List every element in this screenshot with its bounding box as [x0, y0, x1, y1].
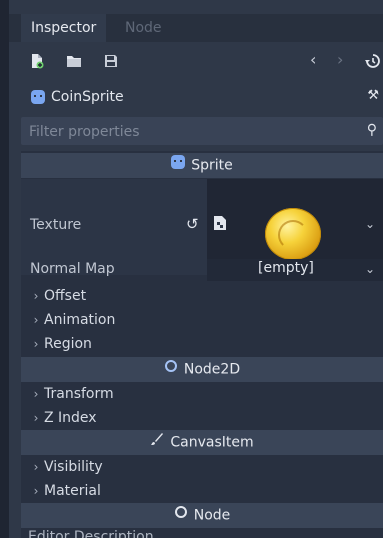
- group-animation[interactable]: › Animation: [21, 308, 383, 332]
- section-title-node: Node: [193, 507, 231, 524]
- section-title-sprite: Sprite: [191, 157, 233, 174]
- inspector-toolbar: ‹ ›: [21, 46, 383, 78]
- tab-inspector[interactable]: Inspector: [21, 14, 107, 42]
- history-icon[interactable]: [365, 53, 381, 69]
- chevron-left-icon[interactable]: ‹: [310, 50, 316, 69]
- dock-tabbar: Inspector Node: [9, 14, 383, 42]
- group-z-index[interactable]: › Z Index: [21, 406, 383, 430]
- section-title-canvasitem: CanvasItem: [170, 434, 254, 451]
- group-label: Z Index: [44, 410, 97, 426]
- save-icon[interactable]: [103, 53, 119, 69]
- edited-object-row[interactable]: CoinSprite ⚒: [21, 86, 383, 110]
- coin-texture-preview: [265, 208, 321, 260]
- group-label: Offset: [44, 288, 87, 304]
- section-title-node2d: Node2D: [183, 361, 241, 378]
- group-visibility[interactable]: › Visibility: [21, 455, 383, 479]
- property-list: Sprite Texture ↺ ⌄ Normal Map [empty] ⌄ …: [21, 151, 383, 538]
- group-label: Transform: [44, 386, 114, 402]
- chevron-right-icon: ›: [33, 313, 39, 327]
- chevron-right-icon: ›: [33, 387, 39, 401]
- brush-icon: [150, 430, 164, 455]
- filter-box: ⚲: [21, 117, 383, 147]
- new-resource-icon[interactable]: [29, 53, 45, 69]
- chevron-right-icon[interactable]: ›: [337, 50, 343, 69]
- left-panel-edge: [0, 0, 9, 538]
- group-transform[interactable]: › Transform: [21, 382, 383, 406]
- search-icon: ⚲: [366, 122, 377, 138]
- node2d-icon: [164, 357, 178, 382]
- texture-file-icon: [213, 215, 227, 235]
- folder-icon[interactable]: [66, 53, 82, 69]
- chevron-down-icon[interactable]: ⌄: [365, 262, 375, 276]
- normal-map-value[interactable]: [empty]: [258, 260, 314, 276]
- filter-properties-input[interactable]: [21, 117, 361, 147]
- section-header-sprite: Sprite: [21, 153, 383, 178]
- group-offset[interactable]: › Offset: [21, 284, 383, 308]
- normal-map-label: Normal Map: [30, 261, 115, 277]
- tools-icon[interactable]: ⚒: [367, 88, 379, 103]
- texture-label: Texture: [30, 217, 82, 233]
- group-region[interactable]: › Region: [21, 332, 383, 356]
- chevron-right-icon: ›: [33, 337, 39, 351]
- section-header-node: Node: [21, 503, 383, 528]
- chevron-down-icon[interactable]: ⌄: [365, 217, 375, 231]
- section-header-canvasitem: CanvasItem: [21, 430, 383, 455]
- node-icon: [174, 503, 188, 528]
- revert-icon[interactable]: ↺: [186, 215, 199, 233]
- chevron-right-icon: ›: [33, 484, 39, 498]
- normal-map-property-row: Normal Map [empty] ⌄: [21, 258, 383, 282]
- group-material[interactable]: › Material: [21, 479, 383, 503]
- chevron-right-icon: ›: [33, 289, 39, 303]
- sprite-node-icon: [31, 90, 45, 104]
- editor-description-label: Editor Description: [28, 529, 154, 538]
- object-name: CoinSprite: [51, 89, 124, 105]
- chevron-right-icon: ›: [33, 411, 39, 425]
- group-label: Region: [44, 336, 92, 352]
- chevron-right-icon: ›: [33, 460, 39, 474]
- group-label: Material: [44, 483, 101, 499]
- section-header-node2d: Node2D: [21, 357, 383, 382]
- tab-node[interactable]: Node: [115, 14, 172, 42]
- group-label: Animation: [44, 312, 116, 328]
- sprite-node-icon: [171, 153, 186, 178]
- group-label: Visibility: [44, 459, 103, 475]
